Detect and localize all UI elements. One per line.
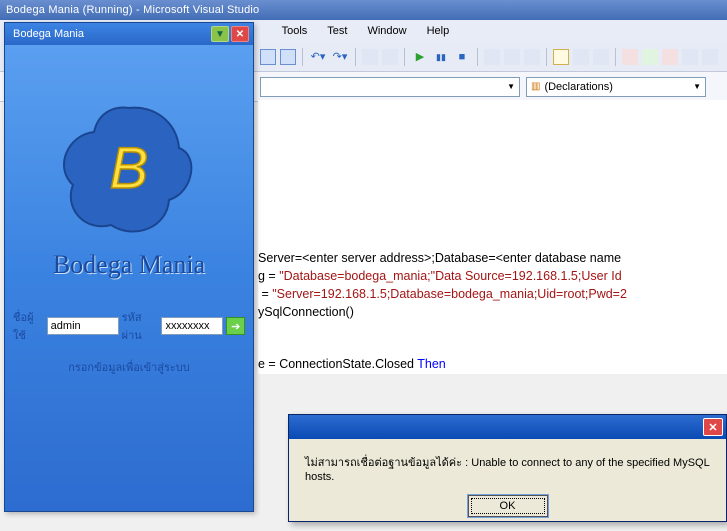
login-body: B Bodega Mania ชื่อผู้ใช้ รหัสผ่าน ➔ กรอ… <box>5 45 253 511</box>
error-close-button[interactable]: ✕ <box>703 418 723 436</box>
login-window-title: Bodega Mania <box>13 28 209 40</box>
stop-icon[interactable]: ■ <box>453 48 471 66</box>
minimize-icon[interactable]: ▼ <box>211 26 229 42</box>
separator <box>404 48 405 66</box>
code-line: e = ConnectionState.Closed <box>258 357 417 371</box>
window-icon[interactable] <box>573 49 589 65</box>
tool-b-icon[interactable] <box>642 49 658 65</box>
separator <box>355 48 356 66</box>
username-label: ชื่อผู้ใช้ <box>13 308 44 344</box>
code-string: "Server=192.168.1.5;Database=bodega_mani… <box>272 287 627 301</box>
code-line: Server=<enter server address>;Database=<… <box>258 251 621 265</box>
code-keyword: Then <box>417 357 446 371</box>
menu-help[interactable]: Help <box>417 25 460 37</box>
login-hint: กรอกข้อมูลเพื่อเข้าสู่ระบบ <box>5 358 253 376</box>
menu-window[interactable]: Window <box>357 25 416 37</box>
password-label: รหัสผ่าน <box>122 308 159 344</box>
separator <box>302 48 303 66</box>
close-icon[interactable]: ✕ <box>231 26 249 42</box>
code-string: "Database=bodega_mania;"Data Source=192.… <box>279 269 621 283</box>
password-input[interactable] <box>161 317 223 335</box>
code-line: ySqlConnection() <box>258 305 354 319</box>
logo-wrap: B Bodega Mania <box>5 45 253 280</box>
hex-icon[interactable] <box>553 49 569 65</box>
code-line: g = <box>258 269 279 283</box>
error-ok-button[interactable]: OK <box>468 495 548 517</box>
pause-icon[interactable]: ▮▮ <box>433 49 449 65</box>
code-line: = <box>258 287 272 301</box>
tool-d-icon[interactable] <box>682 49 698 65</box>
close-icon: ✕ <box>708 421 717 434</box>
declarations-icon: ▥ <box>531 81 540 92</box>
error-message: ไม่สามารถเชื่อต่อฐานข้อมูลได้ค่ะ : Unabl… <box>305 453 710 483</box>
login-window-titlebar[interactable]: Bodega Mania ▼ ✕ <box>5 23 253 45</box>
menu-test[interactable]: Test <box>317 25 357 37</box>
vs-title: Bodega Mania (Running) - Microsoft Visua… <box>6 4 259 16</box>
login-window: Bodega Mania ▼ ✕ B Bodega Mania ชื่อผู้ใ… <box>4 22 254 512</box>
undo-icon[interactable]: ↶▾ <box>309 48 327 66</box>
login-form: ชื่อผู้ใช้ รหัสผ่าน ➔ <box>13 308 245 344</box>
declarations-label: (Declarations) <box>544 81 612 93</box>
login-submit-button[interactable]: ➔ <box>226 317 245 335</box>
code-editor[interactable]: Server=<enter server address>;Database=<… <box>258 100 727 374</box>
tool-e-icon[interactable] <box>702 49 718 65</box>
bodega-logo-icon: B <box>59 100 199 240</box>
separator <box>477 48 478 66</box>
step-over-icon[interactable] <box>504 49 520 65</box>
step-into-icon[interactable] <box>484 49 500 65</box>
separator <box>546 48 547 66</box>
svg-text:B: B <box>110 136 149 201</box>
username-input[interactable] <box>47 317 119 335</box>
step-out-icon[interactable] <box>524 49 540 65</box>
window2-icon[interactable] <box>593 49 609 65</box>
run-icon[interactable]: ▶ <box>411 48 429 66</box>
redo-icon[interactable]: ↷▾ <box>331 48 349 66</box>
nav-fwd-icon[interactable] <box>382 49 398 65</box>
scope-dropdown[interactable]: ▼ <box>260 77 520 97</box>
save-all-icon[interactable] <box>280 49 296 65</box>
menu-tools[interactable]: Tools <box>272 25 318 37</box>
nav-back-icon[interactable] <box>362 49 378 65</box>
tool-a-icon[interactable] <box>622 49 638 65</box>
separator <box>615 48 616 66</box>
error-body: ไม่สามารถเชื่อต่อฐานข้อมูลได้ค่ะ : Unabl… <box>289 439 726 531</box>
error-titlebar[interactable]: ✕ <box>289 415 726 439</box>
declarations-dropdown[interactable]: ▥ (Declarations) ▼ <box>526 77 706 97</box>
error-dialog: ✕ ไม่สามารถเชื่อต่อฐานข้อมูลได้ค่ะ : Una… <box>288 414 727 522</box>
tool-c-icon[interactable] <box>662 49 678 65</box>
save-icon[interactable] <box>260 49 276 65</box>
vs-titlebar: Bodega Mania (Running) - Microsoft Visua… <box>0 0 727 20</box>
arrow-right-icon: ➔ <box>231 320 240 333</box>
brand-text: Bodega Mania <box>5 250 253 280</box>
